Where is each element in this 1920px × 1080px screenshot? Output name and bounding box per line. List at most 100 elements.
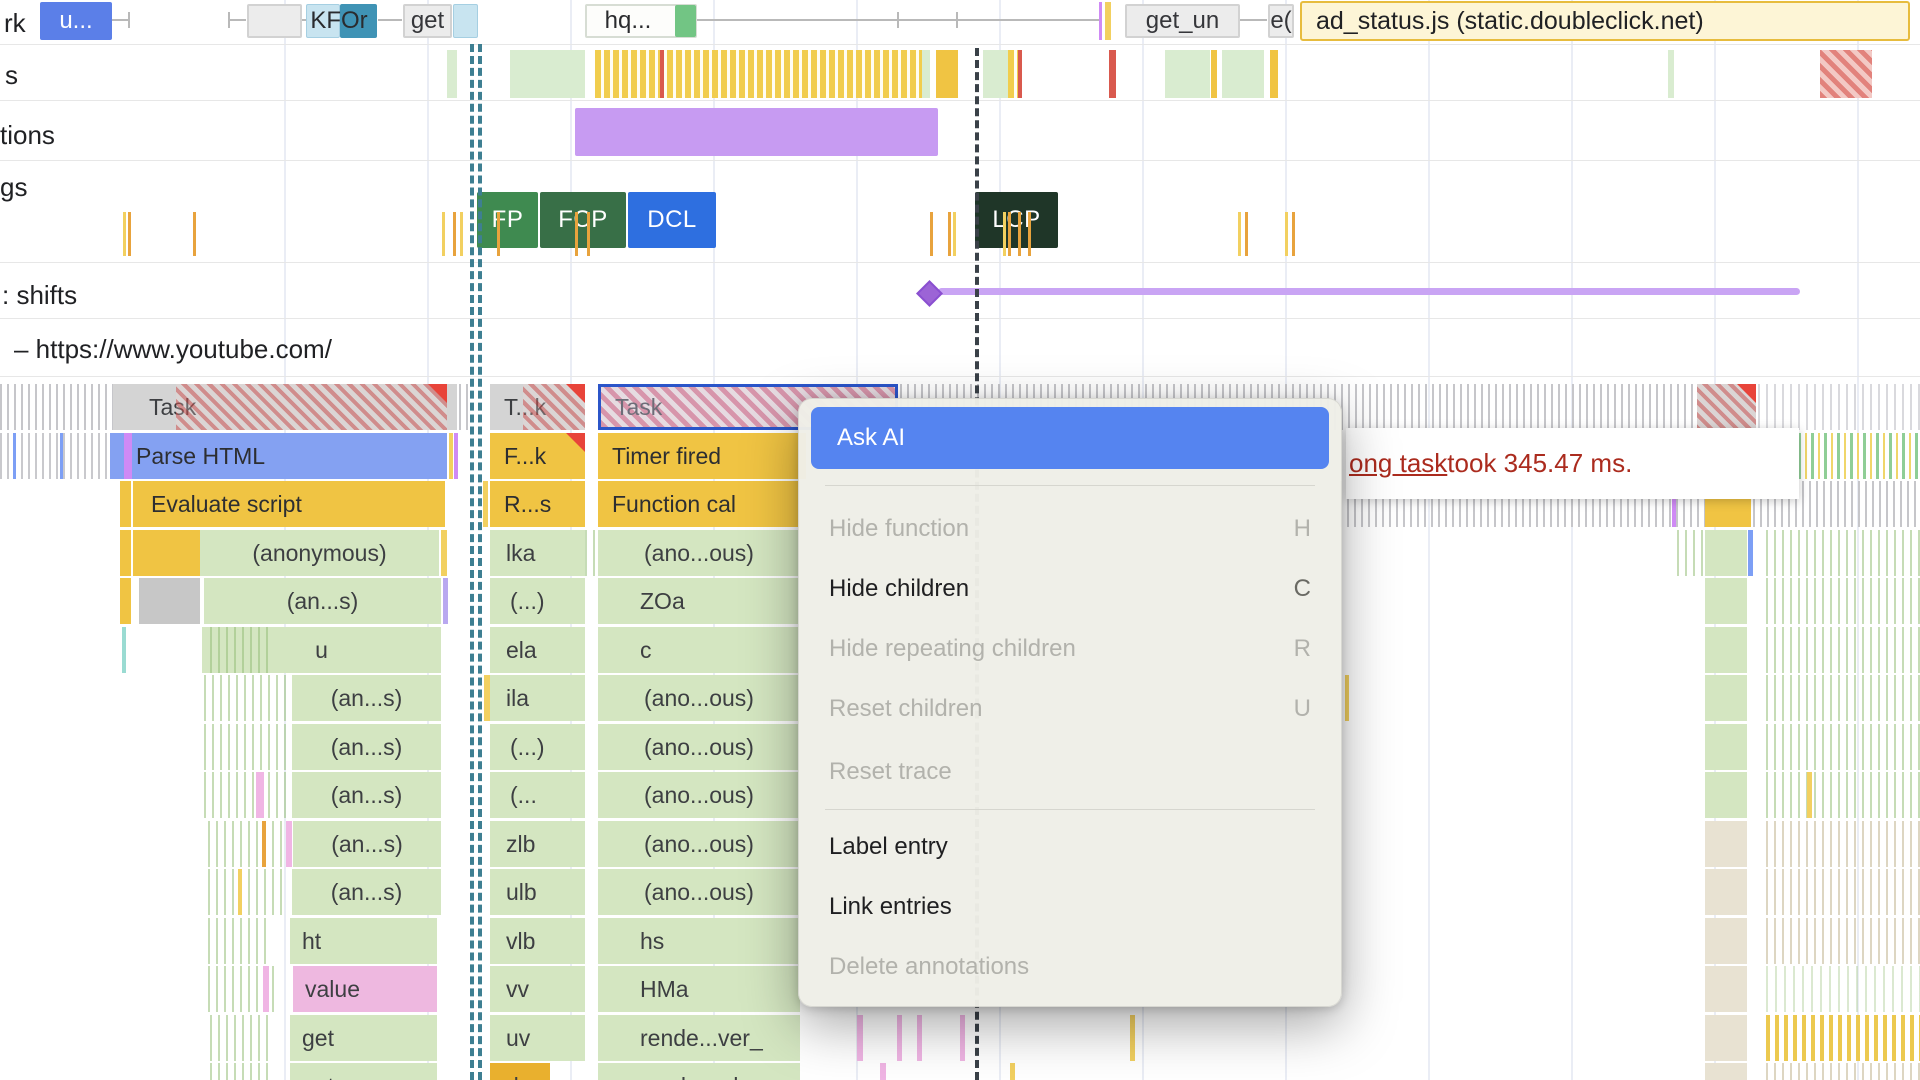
- flame-bar[interactable]: ZOa: [598, 578, 800, 624]
- flame-bar: [1705, 821, 1747, 867]
- network-whisker: [697, 19, 1101, 21]
- network-request-ad-status[interactable]: ad_status.js (static.doubleclick.net): [1300, 1, 1910, 41]
- track-separator: [0, 318, 1920, 319]
- network-request[interactable]: e(: [1268, 4, 1294, 38]
- network-request-hq-label: hq...: [588, 4, 668, 38]
- long-task-link[interactable]: ong task: [1349, 448, 1447, 479]
- network-whisker-tick: [228, 12, 230, 28]
- flame-bar[interactable]: (an...s): [292, 675, 441, 721]
- flame-bar[interactable]: (...): [490, 724, 585, 770]
- cpu-activity: [510, 50, 585, 98]
- menu-shortcut: U: [1294, 695, 1311, 723]
- flame-bar: [0, 384, 113, 430]
- flame-bar[interactable]: (ano...ous): [598, 869, 800, 915]
- flame-bar[interactable]: (anonymous): [200, 530, 439, 576]
- flame-bar[interactable]: value: [293, 966, 437, 1012]
- timing-tick: [1008, 212, 1011, 256]
- timing-tick: [193, 212, 196, 256]
- menu-item-ask-ai[interactable]: Ask AI: [811, 407, 1329, 469]
- menu-item-label-entry[interactable]: Label entry: [811, 818, 1329, 876]
- flame-bar[interactable]: Evaluate script: [133, 481, 445, 527]
- network-whisker-tick: [897, 12, 899, 28]
- cpu-activity: [936, 50, 958, 98]
- marker-fp[interactable]: FP: [477, 192, 538, 248]
- network-request[interactable]: [247, 4, 302, 38]
- menu-separator: [825, 485, 1315, 486]
- flame-bar[interactable]: HMa: [598, 966, 800, 1012]
- flame-bar[interactable]: lka: [490, 530, 585, 576]
- flame-bar[interactable]: (an...s): [292, 772, 441, 818]
- parse-marker-dashed-line: [470, 44, 474, 1080]
- cpu-activity: [1211, 50, 1217, 98]
- long-task-tooltip: ong task took 345.47 ms.: [1346, 428, 1799, 499]
- flame-bar[interactable]: hs: [598, 918, 800, 964]
- marker-dcl[interactable]: DCL: [628, 192, 716, 248]
- menu-item-link-entries[interactable]: Link entries: [811, 878, 1329, 936]
- flame-bar: [1798, 433, 1920, 479]
- flame-bar: [1766, 918, 1920, 964]
- network-whisker: [112, 19, 128, 21]
- flame-bar[interactable]: (ano...ous): [598, 675, 800, 721]
- track-separator: [0, 44, 1920, 45]
- flame-bar[interactable]: c: [598, 627, 800, 673]
- context-menu: Ask AIHide functionHHide childrenCHide r…: [798, 398, 1342, 1007]
- network-request-u[interactable]: u...: [40, 2, 112, 40]
- flame-bar[interactable]: ela: [490, 627, 585, 673]
- flame-bar[interactable]: ulb: [490, 869, 585, 915]
- flame-bar[interactable]: vv: [490, 966, 585, 1012]
- flame-bar: [1766, 627, 1920, 673]
- flame-bar[interactable]: (ano...ous): [598, 772, 800, 818]
- flame-bar[interactable]: (ano...ous): [598, 821, 800, 867]
- flame-bar: [1705, 578, 1747, 624]
- flame-bar[interactable]: (...): [490, 578, 585, 624]
- flame-bar: [262, 821, 266, 867]
- flame-bar[interactable]: ht: [290, 918, 437, 964]
- track-label-main-thread: – https://www.youtube.com/: [14, 334, 332, 365]
- flame-bar[interactable]: Timer fired: [598, 433, 806, 479]
- flame-bar[interactable]: (an...s): [292, 869, 441, 915]
- flame-bar[interactable]: rende...ver_: [598, 1015, 800, 1061]
- flame-bar[interactable]: uv: [490, 1015, 585, 1061]
- flame-bar: [1766, 821, 1920, 867]
- flame-bar[interactable]: (an...s): [204, 578, 441, 624]
- network-request-get[interactable]: get: [403, 4, 452, 38]
- cpu-activity: [922, 50, 930, 98]
- flame-bar[interactable]: (ano...ous): [598, 530, 800, 576]
- flame-bar[interactable]: get: [290, 1015, 437, 1061]
- flame-bar[interactable]: vlb: [490, 918, 585, 964]
- flame-bar[interactable]: (an...s): [292, 724, 441, 770]
- track-separator: [0, 160, 1920, 161]
- flame-bar[interactable]: rend...ord: [598, 1063, 800, 1080]
- menu-item-hide-children[interactable]: Hide childrenC: [811, 559, 1329, 619]
- flame-bar: [857, 1015, 863, 1061]
- layout-shift-diamond[interactable]: [916, 280, 943, 307]
- marker-fcp[interactable]: FCP: [540, 192, 626, 248]
- interaction-bar[interactable]: [575, 108, 938, 156]
- flame-bar[interactable]: Parse HTML: [110, 433, 447, 479]
- flame-bar[interactable]: (an...s): [293, 821, 441, 867]
- network-request-get-un[interactable]: get_un: [1125, 4, 1240, 38]
- timing-tick: [948, 212, 951, 256]
- flame-bar: [256, 772, 264, 818]
- marker-lcp[interactable]: LCP: [975, 192, 1058, 248]
- flame-bar[interactable]: R...s: [490, 481, 585, 527]
- timing-tick: [442, 212, 445, 256]
- flame-bar[interactable]: Function cal: [598, 481, 800, 527]
- cpu-activity: [1222, 50, 1264, 98]
- flame-bar[interactable]: (ano...ous): [598, 724, 800, 770]
- flame-bar: [1807, 772, 1812, 818]
- network-marker: [1105, 2, 1111, 40]
- flame-bar[interactable]: zlb: [490, 821, 585, 867]
- network-request-label: rk: [4, 8, 26, 39]
- flame-bar: [204, 675, 290, 721]
- timing-tick: [1238, 212, 1241, 256]
- flame-bar: [1345, 675, 1349, 721]
- flame-bar[interactable]: d: [490, 1063, 550, 1080]
- flame-bar[interactable]: ila: [490, 675, 585, 721]
- cpu-activity: [983, 50, 1010, 98]
- flame-bar[interactable]: get: [290, 1063, 437, 1080]
- flame-bar[interactable]: (...: [490, 772, 585, 818]
- network-request[interactable]: [453, 4, 478, 38]
- flame-bar: [238, 869, 242, 915]
- cpu-activity: [1109, 50, 1116, 98]
